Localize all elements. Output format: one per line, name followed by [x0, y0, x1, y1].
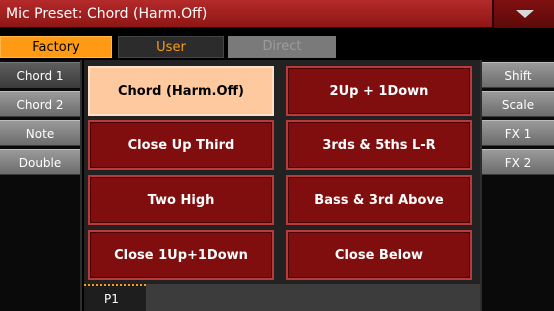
- side-tab-fx-1[interactable]: FX 1: [482, 120, 554, 146]
- side-tab-note[interactable]: Note: [0, 120, 80, 146]
- side-tab-chord-2[interactable]: Chord 2: [0, 91, 80, 117]
- tab-direct: Direct: [228, 36, 336, 58]
- preset-button[interactable]: Chord (Harm.Off): [88, 66, 274, 116]
- title-bar: Mic Preset: Chord (Harm.Off): [0, 0, 554, 28]
- preset-button[interactable]: Close 1Up+1Down: [88, 230, 274, 280]
- category-tabs: Chord 1 Chord 2 Note Double: [0, 60, 82, 311]
- triangle-down-icon: [516, 10, 534, 18]
- side-tab-double[interactable]: Double: [0, 149, 80, 175]
- page-menu-button[interactable]: [492, 0, 554, 28]
- side-tab-fx-2[interactable]: FX 2: [482, 149, 554, 175]
- preset-button[interactable]: 2Up + 1Down: [286, 66, 472, 116]
- preset-button[interactable]: Close Up Third: [88, 120, 274, 170]
- preset-button[interactable]: Close Below: [286, 230, 472, 280]
- preset-button[interactable]: Two High: [88, 175, 274, 225]
- tab-factory[interactable]: Factory: [0, 36, 112, 58]
- page-tab-p1[interactable]: P1: [84, 284, 146, 311]
- tab-user[interactable]: User: [118, 36, 224, 58]
- side-tab-shift[interactable]: Shift: [482, 62, 554, 88]
- preset-grid: Chord (Harm.Off) 2Up + 1Down Close Up Th…: [84, 60, 480, 284]
- preset-button[interactable]: Bass & 3rd Above: [286, 175, 472, 225]
- page-title: Mic Preset: Chord (Harm.Off): [6, 6, 208, 22]
- side-tab-chord-1[interactable]: Chord 1: [0, 62, 80, 88]
- preset-button[interactable]: 3rds & 5ths L-R: [286, 120, 472, 170]
- edit-tabs: Shift Scale FX 1 FX 2: [480, 60, 554, 311]
- bank-tabs: Factory User Direct: [0, 28, 554, 60]
- page-bar: P1: [84, 284, 480, 311]
- side-tab-scale[interactable]: Scale: [482, 91, 554, 117]
